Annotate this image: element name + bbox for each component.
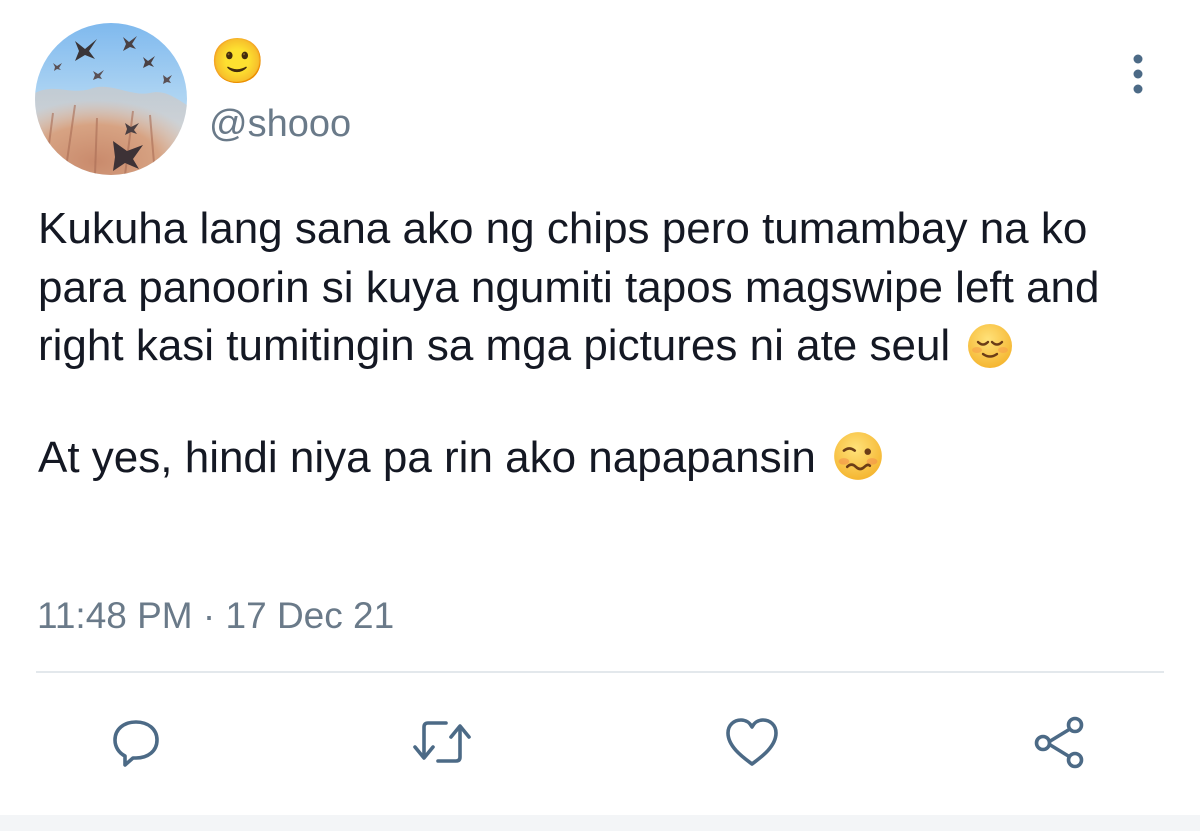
tweet-bottom-border bbox=[0, 815, 1200, 831]
share-button[interactable] bbox=[1028, 710, 1092, 774]
tweet-text: Kukuha lang sana ako ng chips pero tumam… bbox=[38, 200, 1168, 487]
retweet-button[interactable] bbox=[410, 710, 474, 774]
like-button[interactable] bbox=[720, 710, 784, 774]
tweet-paragraph-2-text: At yes, hindi niya pa rin ako napapansin bbox=[38, 432, 816, 482]
tweet-paragraph-2: At yes, hindi niya pa rin ako napapansin bbox=[38, 429, 1168, 488]
retweet-icon bbox=[413, 721, 471, 763]
avatar[interactable] bbox=[35, 23, 187, 175]
user-handle[interactable]: @shooo bbox=[209, 102, 351, 146]
reply-icon bbox=[113, 720, 159, 767]
avatar-image bbox=[35, 23, 187, 175]
reply-button[interactable] bbox=[104, 710, 168, 774]
more-options-button[interactable] bbox=[1118, 52, 1158, 96]
divider bbox=[36, 671, 1164, 673]
tweet-paragraph-1: Kukuha lang sana ako ng chips pero tumam… bbox=[38, 200, 1168, 376]
display-name[interactable]: 🙂 bbox=[210, 38, 265, 86]
relieved-face-icon bbox=[968, 324, 1013, 368]
tweet-card: 🙂 @shooo Kukuha lang sana ako ng chips p… bbox=[0, 0, 1200, 831]
share-icon bbox=[1034, 716, 1084, 769]
woozy-face-icon bbox=[834, 431, 882, 480]
tweet-timestamp[interactable]: 11:48 PM · 17 Dec 21 bbox=[37, 594, 394, 638]
more-vertical-icon bbox=[1133, 54, 1143, 94]
tweet-paragraph-1-text: Kukuha lang sana ako ng chips pero tumam… bbox=[38, 204, 1100, 370]
like-icon bbox=[726, 718, 778, 766]
